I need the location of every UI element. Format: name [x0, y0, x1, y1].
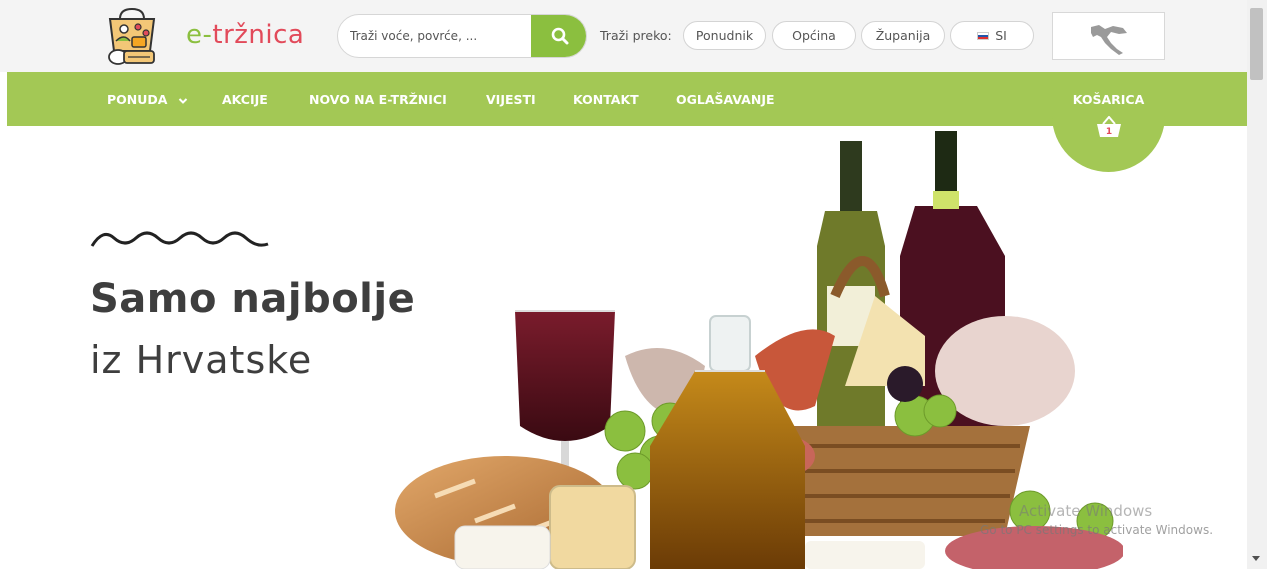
slovenia-flag-icon: [977, 31, 990, 40]
language-label: SI: [995, 28, 1007, 43]
windows-activation-text: Go to PC settings to activate Windows.: [980, 523, 1214, 537]
nav-item-akcije[interactable]: AKCIJE: [222, 92, 268, 107]
chevron-down-icon: [178, 97, 188, 104]
filter-ponudnik-button[interactable]: Ponudnik: [683, 21, 766, 50]
hero-title: Samo najbolje: [90, 276, 416, 322]
nav-item-ponuda[interactable]: PONUDA: [107, 92, 188, 107]
croatia-map-icon: [1091, 25, 1127, 55]
nav-item-oglasavanje[interactable]: OGLAŠAVANJE: [676, 92, 775, 107]
brand-logo[interactable]: e-tržnica: [186, 20, 304, 50]
filter-zupanija-button[interactable]: Županija: [861, 21, 945, 50]
hero-subtitle: iz Hrvatske: [90, 338, 313, 382]
croatia-map-button[interactable]: [1052, 12, 1165, 60]
windows-activation-title: Activate Windows: [1019, 502, 1153, 520]
scrollbar[interactable]: [1247, 0, 1267, 569]
nav-item-vijesti[interactable]: VIJESTI: [486, 92, 536, 107]
scrollbar-thumb[interactable]: [1250, 8, 1263, 80]
nav-item-label: PONUDA: [107, 92, 168, 107]
filter-opcina-button[interactable]: Općina: [772, 21, 856, 50]
cart-label: KOŠARICA: [1072, 92, 1145, 107]
nav-item-kontakt[interactable]: KONTAKT: [573, 92, 639, 107]
search-icon: [551, 27, 568, 45]
brand-prefix: e-: [186, 20, 213, 50]
top-header: e-tržnica Traži preko: Ponudnik Općina Ž…: [0, 0, 1247, 72]
scroll-down-arrow-icon[interactable]: [1252, 556, 1260, 561]
page: e-tržnica Traži preko: Ponudnik Općina Ž…: [0, 0, 1267, 569]
search-input[interactable]: [338, 15, 532, 57]
search-by-label: Traži preko:: [600, 28, 672, 43]
language-selector[interactable]: SI: [950, 21, 1034, 50]
basket-logo-icon[interactable]: [104, 7, 160, 67]
search-box: [337, 14, 587, 58]
wave-icon: [90, 231, 269, 247]
search-button[interactable]: [531, 15, 586, 57]
wine-and-food-basket-image: [365, 126, 1125, 569]
nav-item-novo[interactable]: NOVO NA E-TRŽNICI: [309, 92, 447, 107]
brand-name: tržnica: [212, 20, 305, 50]
